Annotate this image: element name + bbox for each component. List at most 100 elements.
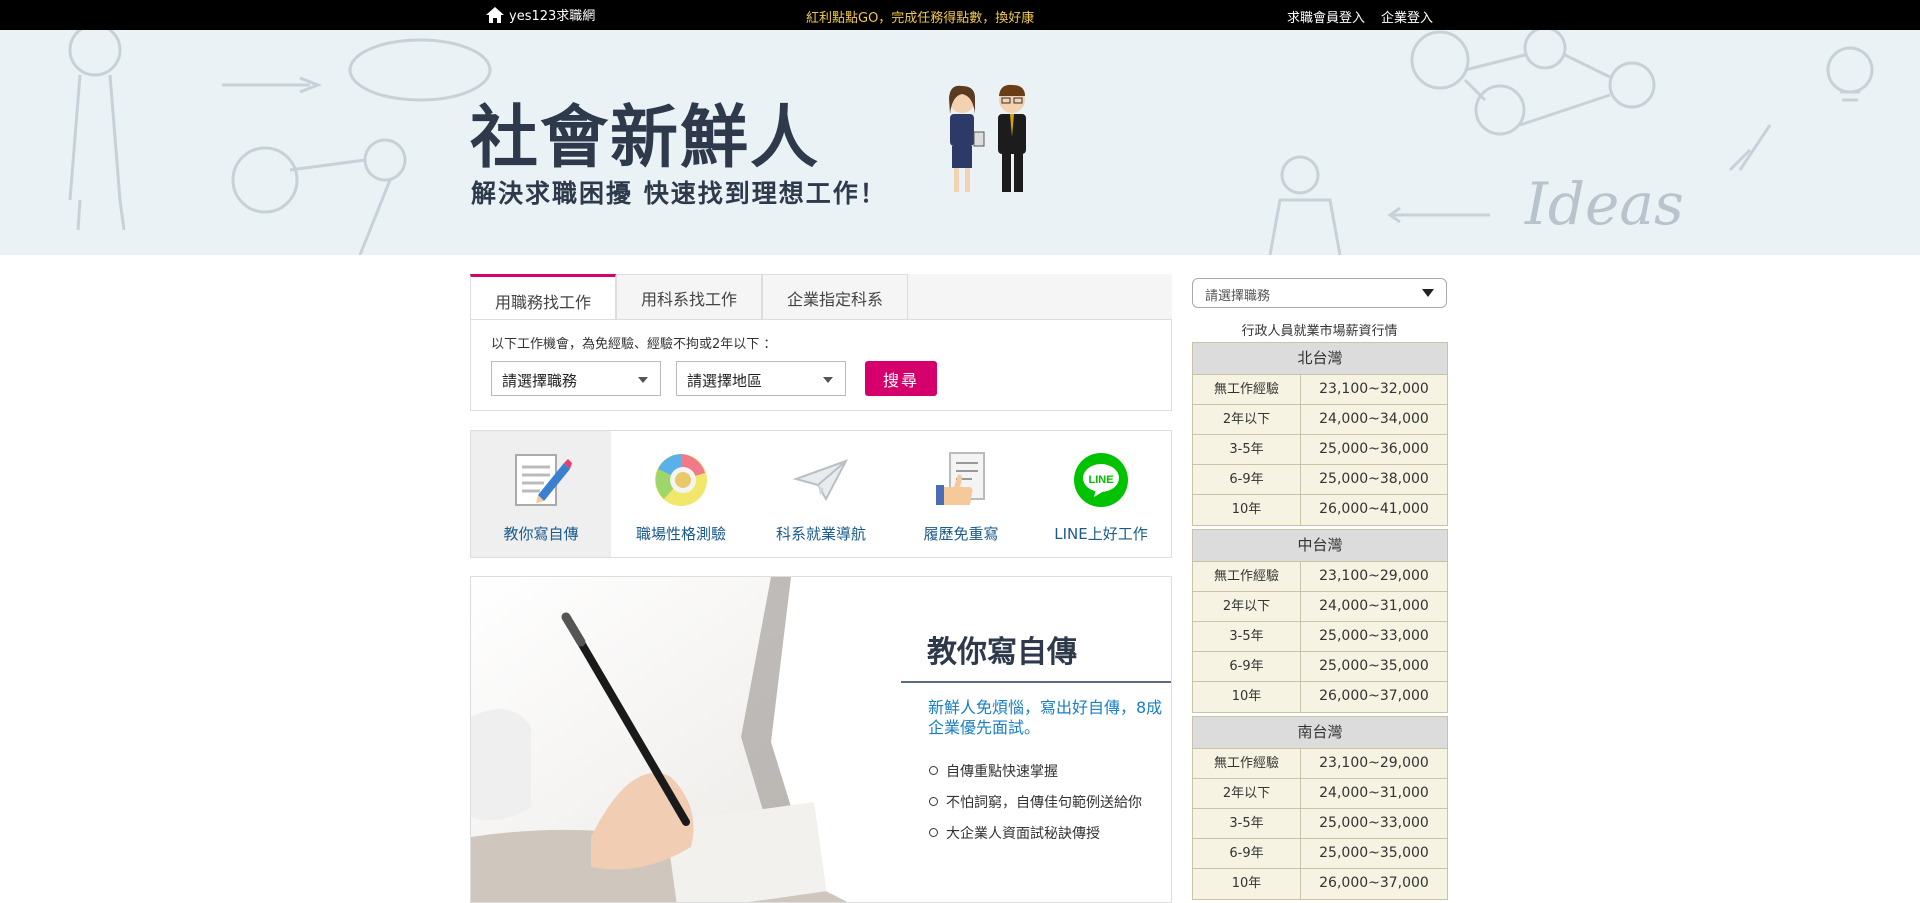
job-select[interactable]: 請選擇職務 xyxy=(491,361,661,396)
range-cell: 24,000~31,000 xyxy=(1319,785,1429,801)
salary-region-central: 中台灣 無工作經驗 23,100~29,000 2年以下 24,000~31,000… xyxy=(1192,529,1448,713)
card-bullets: 自傳重點快速掌握 不怕詞窮，自傳佳句範例送給你 大企業人資面試秘訣傳授 xyxy=(929,755,1142,848)
area-select-value: 請選擇地區 xyxy=(687,372,763,390)
tab-company-major[interactable]: 企業指定科系 xyxy=(762,274,908,320)
list-item: 大企業人資面試秘訣傳授 xyxy=(929,817,1142,848)
feature-major-navigation[interactable]: 科系就業導航 xyxy=(751,431,891,557)
color-wheel-icon xyxy=(650,449,712,511)
search-hint: 以下工作機會，為免經驗、經驗不拘或2年以下 ： xyxy=(491,337,777,352)
table-row: 10年 26,000~37,000 xyxy=(1193,869,1447,899)
range-cell: 24,000~31,000 xyxy=(1319,598,1429,614)
exp-cell: 10年 xyxy=(1193,869,1301,899)
table-row: 無工作經驗 23,100~32,000 xyxy=(1193,375,1447,405)
range-cell: 23,100~32,000 xyxy=(1319,381,1429,397)
table-row: 10年 26,000~41,000 xyxy=(1193,495,1447,525)
range-cell: 26,000~37,000 xyxy=(1319,688,1429,704)
list-item: 不怕詞窮，自傳佳句範例送給你 xyxy=(929,786,1142,817)
autobiography-promo-card[interactable]: 教你寫自傳 新鮮人免煩惱，寫出好自傳，8成企業優先面試。 自傳重點快速掌握 不怕… xyxy=(470,576,1172,903)
promo-link[interactable]: 紅利點點GO，完成任務得點數，換好康 xyxy=(806,7,1034,26)
region-header: 中台灣 xyxy=(1193,530,1447,562)
feature-label: 職場性格測驗 xyxy=(635,525,726,543)
hero-banner: 社會新鮮人 解決求職困擾 快速找到理想工作！ Ideas xyxy=(0,30,1920,255)
home-link[interactable]: yes123求職網 xyxy=(485,5,595,24)
range-cell: 26,000~37,000 xyxy=(1319,875,1429,891)
card-title: 教你寫自傳 xyxy=(927,635,1077,670)
table-row: 2年以下 24,000~31,000 xyxy=(1193,779,1447,809)
chevron-down-icon xyxy=(1422,289,1434,297)
area-select[interactable]: 請選擇地區 xyxy=(676,361,846,396)
range-cell: 25,000~35,000 xyxy=(1319,845,1429,861)
feature-personality-test[interactable]: 職場性格測驗 xyxy=(611,431,751,557)
bullet-text: 自傳重點快速掌握 xyxy=(946,763,1058,780)
top-bar: yes123求職網 紅利點點GO，完成任務得點數，換好康 求職會員登入 企業登入 xyxy=(0,0,1920,30)
salary-region-north: 北台灣 無工作經驗 23,100~32,000 2年以下 24,000~34,000… xyxy=(1192,342,1448,526)
tab-job-search[interactable]: 用職務找工作 xyxy=(470,274,616,320)
feature-line-jobs[interactable]: LINE LINE上好工作 xyxy=(1031,431,1171,557)
exp-cell: 無工作經驗 xyxy=(1193,749,1301,778)
table-row: 3-5年 25,000~33,000 xyxy=(1193,622,1447,652)
table-row: 3-5年 25,000~33,000 xyxy=(1193,809,1447,839)
exp-cell: 2年以下 xyxy=(1193,592,1301,621)
search-panel: 以下工作機會，為免經驗、經驗不拘或2年以下 ： 請選擇職務 請選擇地區 搜尋 xyxy=(470,319,1172,411)
feature-resume[interactable]: 履歷免重寫 xyxy=(891,431,1031,557)
exp-cell: 10年 xyxy=(1193,682,1301,712)
home-icon xyxy=(486,6,504,23)
table-row: 2年以下 24,000~31,000 xyxy=(1193,592,1447,622)
exp-cell: 無工作經驗 xyxy=(1193,562,1301,591)
pencil-document-icon xyxy=(510,449,572,511)
tab-major-search[interactable]: 用科系找工作 xyxy=(616,274,762,320)
range-cell: 25,000~33,000 xyxy=(1319,628,1429,644)
feature-links: 教你寫自傳 職場性格測驗 科系就業導航 履歷免重寫 LINE LINE上好工作 xyxy=(470,430,1172,558)
table-row: 2年以下 24,000~34,000 xyxy=(1193,405,1447,435)
svg-text:LINE: LINE xyxy=(1088,474,1113,486)
bullet-icon xyxy=(929,797,938,806)
company-login-link[interactable]: 企業登入 xyxy=(1381,7,1433,26)
salary-job-select[interactable]: 請選擇職務 xyxy=(1192,278,1447,308)
search-tabs: 用職務找工作 用科系找工作 企業指定科系 xyxy=(470,274,1172,320)
table-row: 無工作經驗 23,100~29,000 xyxy=(1193,749,1447,779)
bullet-icon xyxy=(929,766,938,775)
chevron-down-icon xyxy=(823,377,833,383)
exp-cell: 2年以下 xyxy=(1193,779,1301,808)
feature-label: 教你寫自傳 xyxy=(503,525,579,543)
bullet-text: 大企業人資面試秘訣傳授 xyxy=(946,825,1100,842)
range-cell: 26,000~41,000 xyxy=(1319,501,1429,517)
salary-caption: 行政人員就業市場薪資行情 xyxy=(1241,324,1398,339)
exp-cell: 3-5年 xyxy=(1193,809,1301,838)
site-name: yes123求職網 xyxy=(509,9,596,24)
bullet-icon xyxy=(929,828,938,837)
business-people-illustration xyxy=(949,84,1026,192)
range-cell: 23,100~29,000 xyxy=(1319,568,1429,584)
range-cell: 25,000~33,000 xyxy=(1319,815,1429,831)
card-divider xyxy=(901,681,1171,683)
line-icon: LINE xyxy=(1070,449,1132,511)
exp-cell: 10年 xyxy=(1193,495,1301,525)
feature-label: 履歷免重寫 xyxy=(923,525,999,543)
writing-hand-photo xyxy=(471,577,941,902)
exp-cell: 2年以下 xyxy=(1193,405,1301,434)
exp-cell: 無工作經驗 xyxy=(1193,375,1301,404)
region-header: 南台灣 xyxy=(1193,717,1447,749)
banner-subtitle: 解決求職困擾 快速找到理想工作！ xyxy=(471,179,887,208)
chevron-down-icon xyxy=(638,377,648,383)
banner-decor-text: Ideas xyxy=(1525,170,1684,238)
exp-cell: 3-5年 xyxy=(1193,622,1301,651)
range-cell: 24,000~34,000 xyxy=(1319,411,1429,427)
region-header: 北台灣 xyxy=(1193,343,1447,375)
thumbs-up-document-icon xyxy=(930,449,992,511)
table-row: 10年 26,000~37,000 xyxy=(1193,682,1447,712)
table-row: 無工作經驗 23,100~29,000 xyxy=(1193,562,1447,592)
exp-cell: 6-9年 xyxy=(1193,839,1301,868)
banner-title: 社會新鮮人 xyxy=(470,99,821,178)
table-row: 3-5年 25,000~36,000 xyxy=(1193,435,1447,465)
range-cell: 25,000~38,000 xyxy=(1319,471,1429,487)
member-login-link[interactable]: 求職會員登入 xyxy=(1287,7,1365,26)
feature-autobiography[interactable]: 教你寫自傳 xyxy=(471,431,611,557)
table-row: 6-9年 25,000~35,000 xyxy=(1193,839,1447,869)
range-cell: 25,000~35,000 xyxy=(1319,658,1429,674)
list-item: 自傳重點快速掌握 xyxy=(929,755,1142,786)
table-row: 6-9年 25,000~38,000 xyxy=(1193,465,1447,495)
job-select-value: 請選擇職務 xyxy=(502,372,578,390)
card-description: 新鮮人免煩惱，寫出好自傳，8成企業優先面試。 xyxy=(928,698,1163,737)
search-button[interactable]: 搜尋 xyxy=(865,361,937,396)
